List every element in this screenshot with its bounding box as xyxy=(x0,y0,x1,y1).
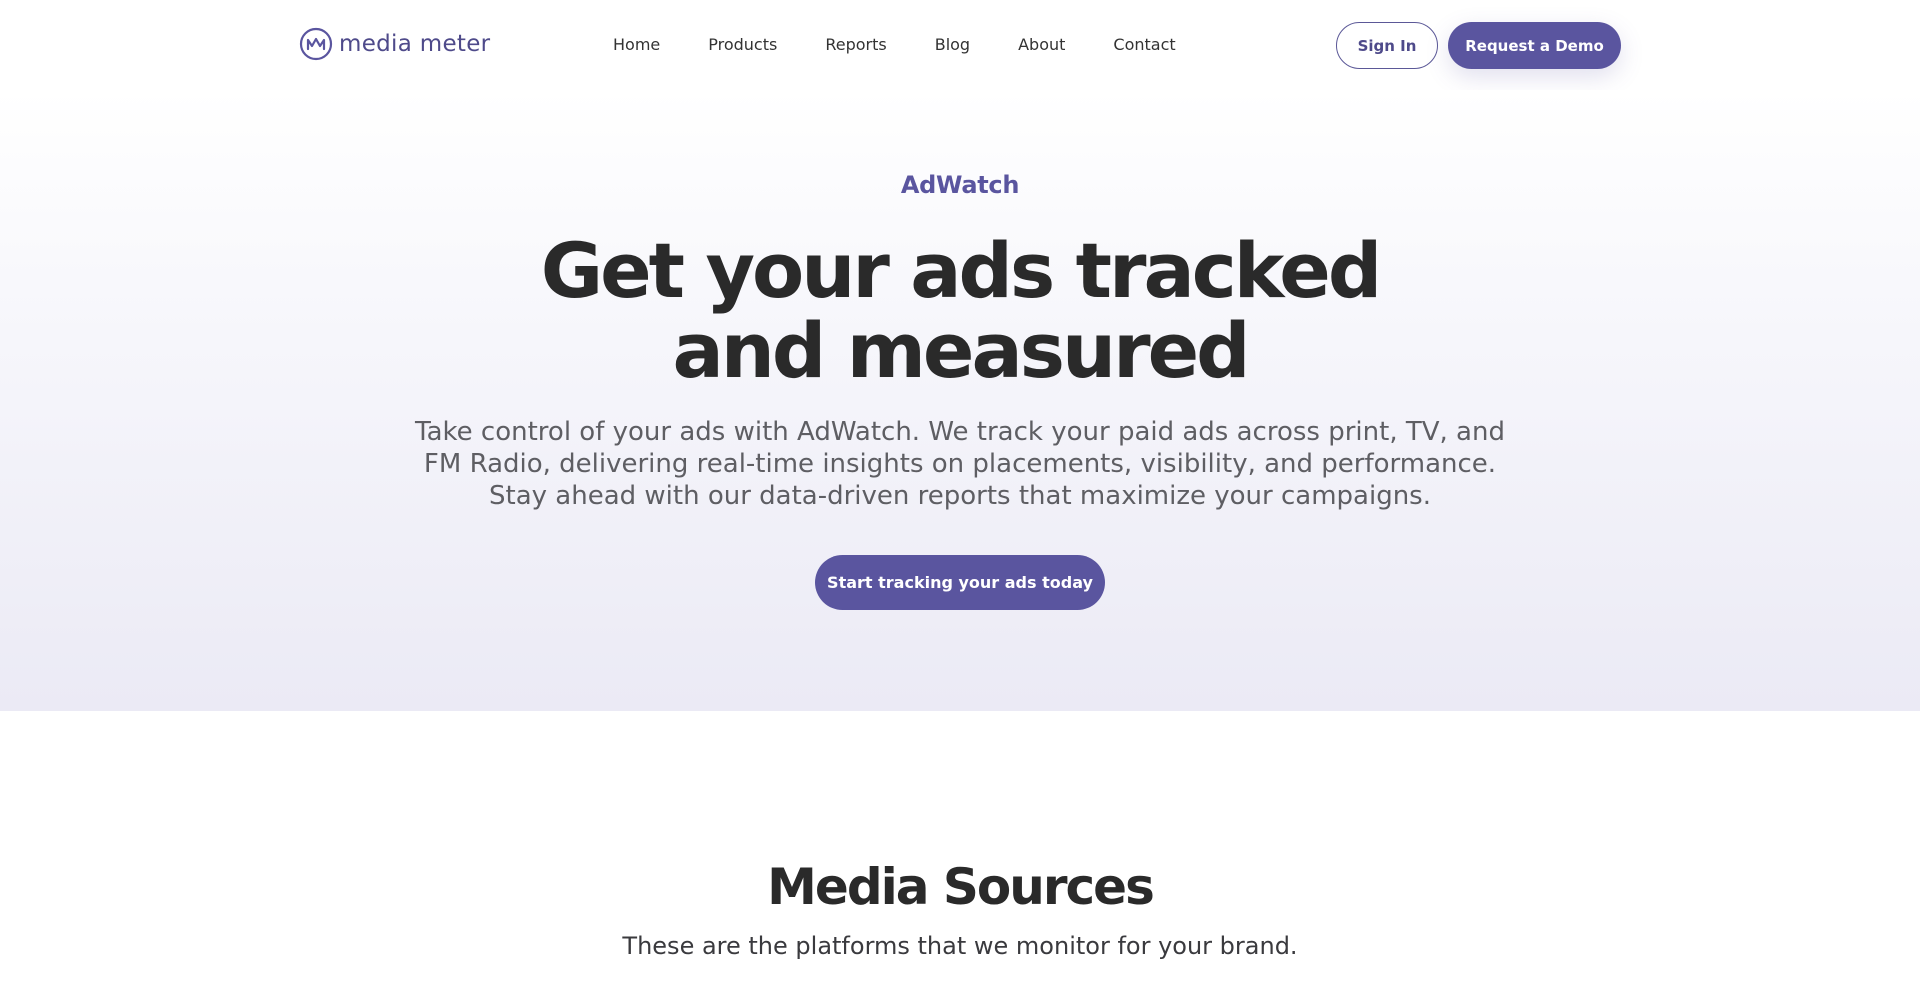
product-eyebrow: AdWatch xyxy=(900,171,1020,199)
nav-about[interactable]: About xyxy=(1018,34,1065,56)
hero-section: AdWatch Get your ads tracked and measure… xyxy=(0,90,1920,711)
nav-reports[interactable]: Reports xyxy=(825,34,886,56)
start-tracking-button[interactable]: Start tracking your ads today xyxy=(815,555,1105,610)
top-navbar: media meter Home Products Reports Blog A… xyxy=(0,0,1920,90)
hero-headline: Get your ads tracked and measured xyxy=(540,226,1383,395)
media-sources-section: Media Sources These are the platforms th… xyxy=(0,711,1920,991)
nav-blog[interactable]: Blog xyxy=(935,34,970,56)
hero-description: Take control of your ads with AdWatch. W… xyxy=(415,417,1505,511)
nav-home[interactable]: Home xyxy=(613,34,660,56)
media-meter-logo-icon xyxy=(299,27,333,61)
main-nav: Home Products Reports Blog About Contact xyxy=(613,34,1224,56)
sign-in-button[interactable]: Sign In xyxy=(1336,22,1438,69)
request-demo-button[interactable]: Request a Demo xyxy=(1448,22,1621,69)
brand-logo[interactable]: media meter xyxy=(299,26,490,62)
media-sources-subtitle: These are the platforms that we monitor … xyxy=(622,932,1298,960)
nav-contact[interactable]: Contact xyxy=(1113,34,1175,56)
brand-name: media meter xyxy=(339,31,491,57)
media-sources-title: Media Sources xyxy=(767,858,1155,916)
nav-products[interactable]: Products xyxy=(708,34,777,56)
